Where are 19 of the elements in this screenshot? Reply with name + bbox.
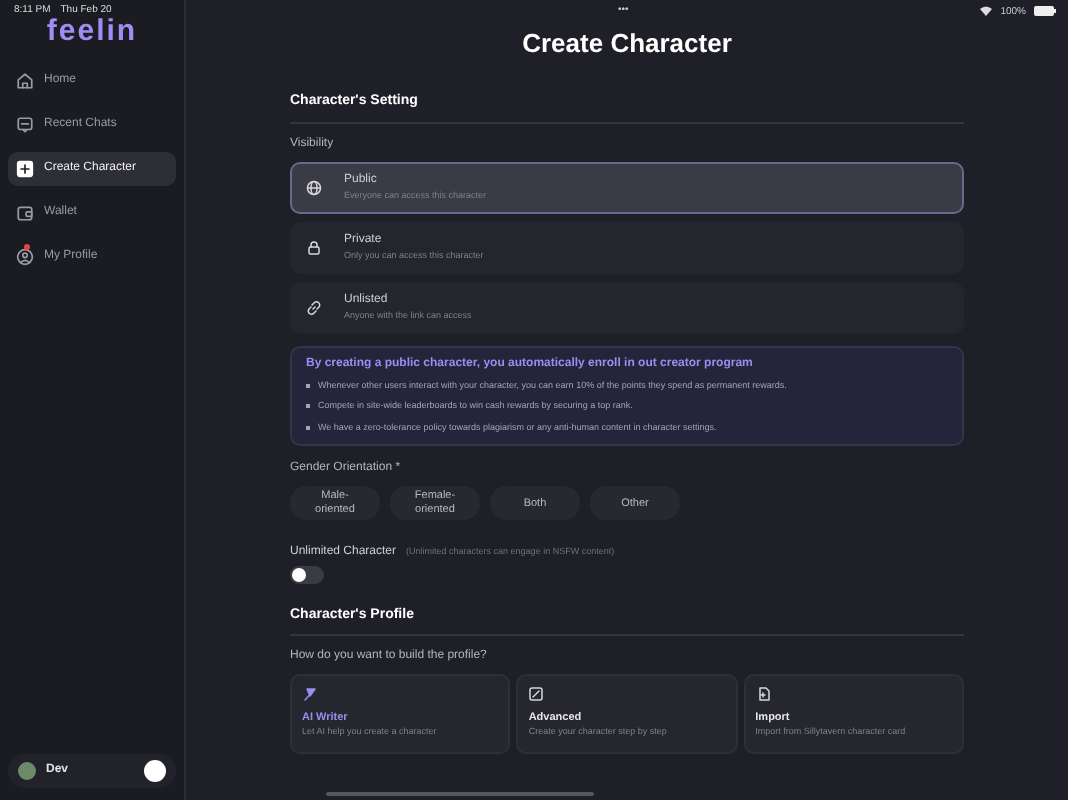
globe-icon [306,179,322,196]
person-icon [16,248,34,266]
page-title: Create Character [522,30,732,59]
toggle-knob[interactable] [144,760,166,782]
wallet-icon [16,204,34,222]
plus-icon [16,160,34,178]
chat-icon [16,116,34,134]
home-icon [16,72,34,90]
toggle-switch[interactable] [290,565,324,584]
edit-icon [528,686,545,703]
battery-icon [1034,6,1056,16]
pen-icon [302,686,318,703]
notification-dot [24,244,30,250]
file-icon [755,686,772,703]
wifi-icon [980,6,993,16]
app-logo: feelin [46,16,138,46]
avatar [18,762,36,780]
link-icon [306,299,322,316]
lock-icon [306,239,322,256]
